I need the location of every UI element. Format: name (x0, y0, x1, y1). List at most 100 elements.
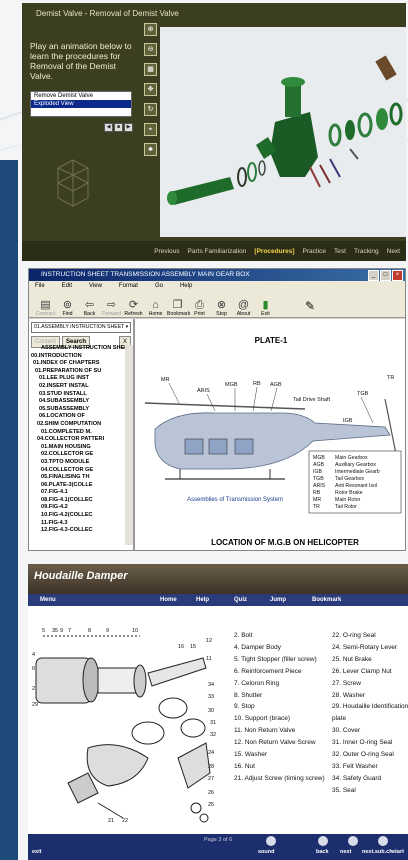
tree-item[interactable]: 06.PLATE-3(COLLE (29, 482, 125, 490)
tree-item[interactable]: 03.STUD INSTALL (29, 391, 125, 399)
diagram-callout-number: 5 (42, 628, 45, 634)
zoom-in-icon[interactable]: ⊕ (144, 23, 157, 36)
document-select[interactable]: 01.ASSEMBLY INSTRUCTION SHEET ▾ (31, 322, 131, 333)
sound-icon[interactable] (266, 836, 276, 846)
tree-item[interactable]: 02.INSERT INSTAL (29, 383, 125, 391)
callout-igb: IGB (343, 418, 353, 424)
tree-item[interactable]: 04.SUBASSEMBLY (29, 398, 125, 406)
contract-button[interactable]: ▤ Contract (35, 299, 56, 317)
tree-item[interactable]: 09.FIG-4.2 (29, 504, 125, 512)
diagram-callout-number: 6 (32, 666, 35, 672)
diagram-callout-number: 7 (68, 628, 71, 634)
next-icon[interactable] (348, 836, 358, 846)
menu-bookmark[interactable]: Bookmark (312, 594, 341, 606)
parts-list-item: 27. Screw (332, 679, 361, 687)
print-button[interactable]: ⎙ Print (189, 299, 210, 317)
nav-parts-familiarization[interactable]: Parts Familiarization (188, 248, 247, 255)
tree-item[interactable]: 11.FIG-4.3 (29, 520, 125, 528)
back-label[interactable]: back (316, 849, 329, 855)
tree-scrollbar[interactable] (125, 345, 133, 545)
find-button[interactable]: ⊚ Find (57, 299, 78, 317)
bookmark-button[interactable]: ❐ Bookmark (167, 299, 190, 317)
rotate-icon[interactable]: ↻ (144, 103, 157, 116)
tree-item[interactable]: 12.FIG-4.3-COLLEC (29, 527, 125, 535)
next-sub-ch-icon[interactable] (378, 836, 388, 846)
legend-description: Tail Gearbox (335, 476, 365, 482)
tree-item[interactable]: 00.INTRODUCTION (29, 353, 125, 361)
tree-item[interactable]: 06.LOCATION OF (29, 413, 125, 421)
minimize-icon[interactable]: _ (368, 270, 379, 281)
list-item[interactable]: Remove Demist Valve (31, 92, 131, 100)
tree-item[interactable]: 01.LEE PLUG INST (29, 375, 125, 383)
tree-item[interactable]: 07.FIG-4.1 (29, 489, 125, 497)
parts-list-item: 33. Felt Washer (332, 762, 378, 770)
maximize-icon[interactable]: □ (380, 270, 391, 281)
parts-list-left: 2. Bolt 4. Damper Body 5. Tight Stopper (f… (234, 630, 325, 785)
nav-next[interactable]: Next (387, 248, 400, 255)
play-icon[interactable]: ▶ (124, 123, 133, 132)
tree-item[interactable]: ASSEMBLY INSTRUCTION SHEET( (29, 345, 125, 353)
pan-icon[interactable]: ✥ (144, 83, 157, 96)
menu-edit[interactable]: Edit (62, 281, 72, 291)
title-suffix: - Removal of Demist Valve (82, 9, 179, 18)
exploded-valve-3d-view[interactable] (160, 27, 406, 237)
tree-item[interactable]: 04.COLLECTOR GE (29, 467, 125, 475)
tree-item[interactable]: 01.MAIN HOUSING (29, 444, 125, 452)
home-button[interactable]: ⌂ Home (145, 299, 166, 317)
tree-item[interactable]: 10.FIG-4.2(COLLEC (29, 512, 125, 520)
handshake-icon[interactable]: ✎ (305, 295, 315, 317)
menu-home[interactable]: Home (160, 594, 177, 606)
tree-item[interactable]: 02.SHIM COMPUTATION (29, 421, 125, 429)
select-icon[interactable]: ⌖ (144, 123, 157, 136)
nav-practice[interactable]: Practice (303, 248, 326, 255)
back-icon[interactable] (318, 836, 328, 846)
binoculars-icon: ⊚ (62, 299, 73, 311)
tree-item[interactable]: 01.COMPLETED M. (29, 429, 125, 437)
animation-list[interactable]: Remove Demist Valve Exploded View (30, 91, 132, 117)
stop-button[interactable]: ⊗ Stop (211, 299, 232, 317)
tree-item[interactable]: 05.FINALISING TH (29, 474, 125, 482)
rewind-icon[interactable]: ◀ (104, 123, 113, 132)
forward-button[interactable]: ⇨ Forward (101, 299, 122, 317)
about-button[interactable]: @ About (233, 299, 254, 317)
list-item-selected[interactable]: Exploded View (31, 100, 131, 108)
exit-button[interactable]: exit (32, 849, 41, 855)
diagram-caption: Assemblies of Transmission System (187, 497, 283, 503)
nav-tracking[interactable]: Tracking (354, 248, 379, 255)
nav-previous[interactable]: Previous (154, 248, 179, 255)
sound-label[interactable]: sound (258, 849, 275, 855)
menu-menu[interactable]: Menu (40, 594, 56, 606)
menu-file[interactable]: File (35, 281, 45, 291)
close-icon[interactable]: × (392, 270, 403, 281)
menu-jump[interactable]: Jump (270, 594, 286, 606)
menu-help[interactable]: Help (196, 594, 209, 606)
menu-view[interactable]: View (89, 281, 102, 291)
callout-agb: AGB (270, 382, 282, 388)
exit-button[interactable]: ▮ Exit (255, 299, 276, 317)
parts-list-item: 11. Non Return Valve (234, 727, 296, 735)
tree-item[interactable]: 05.SUBASSEMBLY (29, 406, 125, 414)
menu-help[interactable]: Help (180, 281, 192, 291)
menu-format[interactable]: Format (119, 281, 138, 291)
menu-quiz[interactable]: Quiz (234, 594, 247, 606)
tree-item[interactable]: 02.COLLECTOR GE (29, 451, 125, 459)
next-label[interactable]: next (340, 849, 351, 855)
tree-item[interactable]: 03.TPTO MODULE (29, 459, 125, 467)
stop-icon[interactable]: ■ (114, 123, 123, 132)
tree-item[interactable]: 01.INDEX OF CHAPTERS (29, 360, 125, 368)
parts-icon[interactable]: ♣ (144, 143, 157, 156)
nav-procedures[interactable]: [Procedures] (254, 248, 294, 255)
tree-item[interactable]: 01.PREPARATION OF SU (29, 368, 125, 376)
start-label[interactable]: start (392, 849, 404, 855)
menu-go[interactable]: Go (155, 281, 163, 291)
zoom-out-icon[interactable]: ⊖ (144, 43, 157, 56)
back-button[interactable]: ⇦ Back (79, 299, 100, 317)
fit-view-icon[interactable]: ▦ (144, 63, 157, 76)
window-title: Demist Valve - Removal of Demist Valve (36, 9, 179, 18)
callout-tail-drive-shaft: Tail Drive Shaft (293, 397, 330, 403)
tree-item[interactable]: 08.FIG-4.1(COLLEC (29, 497, 125, 505)
tree-item[interactable]: 04.COLLECTOR PATTERI (29, 436, 125, 444)
next-sub-ch-label[interactable]: next.sub.ch (362, 849, 393, 855)
refresh-button[interactable]: ⟳ Refresh (123, 299, 144, 317)
nav-test[interactable]: Test (334, 248, 346, 255)
